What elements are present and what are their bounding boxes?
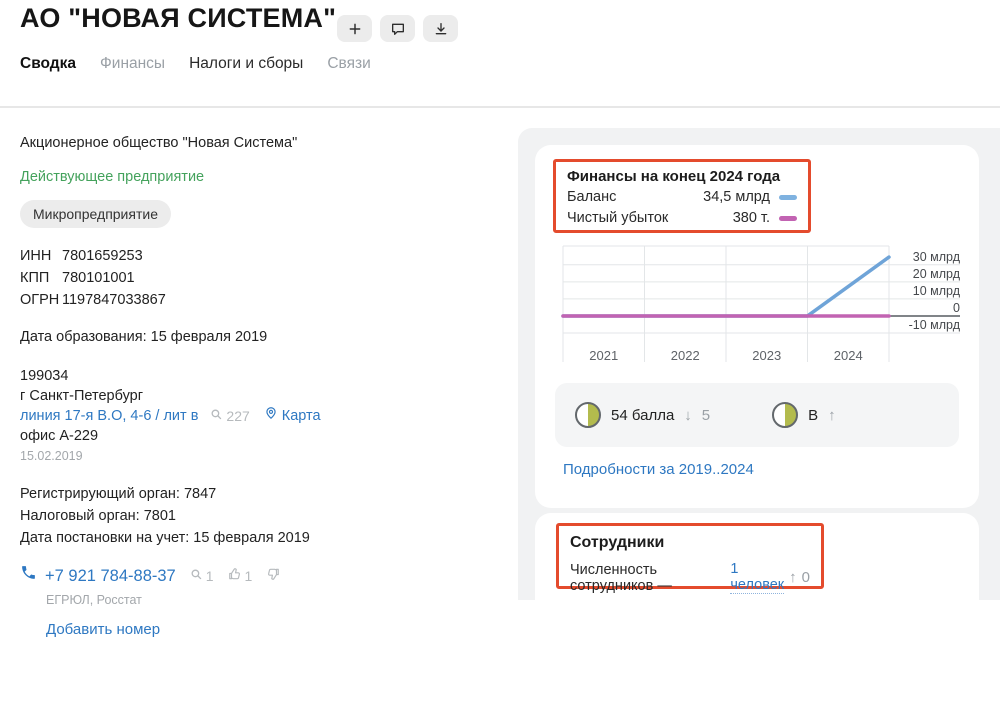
- city: г Санкт-Петербург: [20, 386, 500, 406]
- registering-organ: Регистрирующий орган: 7847: [20, 483, 500, 505]
- add-button[interactable]: [337, 15, 372, 42]
- postal-code: 199034: [20, 366, 500, 386]
- employees-count-link[interactable]: 1 человек: [730, 561, 784, 594]
- net-loss-legend-dash: [779, 216, 797, 221]
- map-link[interactable]: Карта: [264, 406, 321, 426]
- company-summary: Акционерное общество "Новая Система" Дей…: [20, 125, 500, 640]
- phone-dislike-button[interactable]: [266, 566, 280, 586]
- tax-organ: Налоговый орган: 7801: [20, 505, 500, 527]
- right-panel: Финансы на конец 2024 года Баланс 34,5 м…: [518, 128, 1000, 600]
- header-actions: [337, 15, 458, 42]
- kpp-value: 780101001: [62, 269, 500, 288]
- phone-icon: [20, 564, 37, 587]
- search-icon: [190, 566, 203, 586]
- finance-highlight-box: Финансы на конец 2024 года Баланс 34,5 м…: [553, 159, 811, 233]
- phone-row: +7 921 784-88-37 1 1: [20, 564, 500, 587]
- balance-legend-dash: [779, 195, 797, 200]
- reliability-score: 54 балла ↓ 5: [575, 402, 710, 428]
- download-button[interactable]: [423, 15, 458, 42]
- svg-text:2023: 2023: [752, 348, 781, 363]
- tab-finansy[interactable]: Финансы: [100, 55, 165, 73]
- score-trend-arrow: ↓: [684, 407, 692, 424]
- svg-text:0: 0: [953, 301, 960, 315]
- svg-text:20 млрд: 20 млрд: [913, 267, 961, 281]
- employees-card-title: Сотрудники: [570, 534, 810, 552]
- employees-row: Численность сотрудников — 1 человек ↑ 0: [570, 561, 810, 594]
- net-loss-metric: Чистый убыток 380 т.: [567, 208, 797, 229]
- address-views: 227: [210, 406, 249, 426]
- svg-text:10 млрд: 10 млрд: [913, 284, 961, 298]
- inn-value: 7801659253: [62, 247, 500, 266]
- rating-trend-arrow: ↑: [828, 407, 836, 424]
- plus-icon: [347, 21, 363, 37]
- requisites: ИНН 7801659253 КПП 780101001 ОГРН 119784…: [20, 247, 500, 310]
- street-link[interactable]: линия 17-я В.О, 4-6 / лит в: [20, 406, 198, 426]
- finance-details-link[interactable]: Подробности за 2019..2024: [563, 461, 754, 478]
- download-icon: [433, 21, 449, 37]
- comment-icon: [390, 21, 406, 37]
- svg-text:2021: 2021: [589, 348, 618, 363]
- tab-bar: Сводка Финансы Налоги и сборы Связи: [20, 55, 371, 73]
- finance-chart: 30 млрд 20 млрд 10 млрд 0 -10 млрд 2021 2022 20…: [555, 240, 965, 375]
- registration-date: Дата постановки на учет: 15 февраля 2019: [20, 527, 500, 549]
- organs-block: Регистрирующий орган: 7847 Налоговый орг…: [20, 483, 500, 549]
- employees-highlight-box: Сотрудники Численность сотрудников — 1 ч…: [556, 523, 824, 589]
- thumb-down-icon: [266, 566, 280, 586]
- finance-card: Финансы на конец 2024 года Баланс 34,5 м…: [535, 145, 979, 508]
- score-gauge-icon: [575, 402, 601, 428]
- phone-number-link[interactable]: +7 921 784-88-37: [45, 566, 176, 586]
- page-title: АО "НОВАЯ СИСТЕМА": [20, 3, 336, 34]
- kpp-label: КПП: [20, 269, 62, 288]
- rating-gauge-icon: [772, 402, 798, 428]
- header-divider: [0, 106, 1000, 108]
- employees-card: Сотрудники Численность сотрудников — 1 ч…: [535, 513, 979, 713]
- balance-metric: Баланс 34,5 млрд: [567, 187, 797, 208]
- formation-date: Дата образования: 15 февраля 2019: [20, 327, 500, 347]
- add-phone-link[interactable]: Добавить номер: [46, 620, 500, 640]
- score-panel: 54 балла ↓ 5 B ↑: [555, 383, 959, 447]
- office: офис А-229: [20, 426, 500, 446]
- comment-button[interactable]: [380, 15, 415, 42]
- phone-search-count: 1: [190, 566, 214, 586]
- phone-like-button[interactable]: 1: [228, 566, 253, 586]
- employees-trend-arrow: ↑: [789, 569, 797, 586]
- svg-text:2024: 2024: [834, 348, 863, 363]
- address-date: 15.02.2019: [20, 446, 500, 466]
- thumb-up-icon: [228, 566, 242, 586]
- address-block: 199034 г Санкт-Петербург линия 17-я В.О,…: [20, 366, 500, 466]
- tab-svyazi[interactable]: Связи: [327, 55, 370, 73]
- tab-svodka[interactable]: Сводка: [20, 55, 76, 73]
- company-size-badge: Микропредприятие: [20, 200, 171, 228]
- company-full-name: Акционерное общество "Новая Система": [20, 133, 500, 153]
- svg-text:30 млрд: 30 млрд: [913, 250, 961, 264]
- phone-source: ЕГРЮЛ, Росстат: [46, 590, 500, 610]
- ogrn-label: ОГРН: [20, 291, 62, 310]
- finance-card-title: Финансы на конец 2024 года: [567, 167, 797, 187]
- svg-text:-10 млрд: -10 млрд: [909, 318, 961, 332]
- inn-label: ИНН: [20, 247, 62, 266]
- tab-nalogi[interactable]: Налоги и сборы: [189, 55, 303, 73]
- ogrn-value: 1197847033867: [62, 291, 500, 310]
- rating-score: B ↑: [772, 402, 836, 428]
- map-pin-icon: [264, 406, 278, 426]
- search-icon: [210, 406, 223, 426]
- company-status: Действующее предприятие: [20, 167, 500, 187]
- svg-text:2022: 2022: [671, 348, 700, 363]
